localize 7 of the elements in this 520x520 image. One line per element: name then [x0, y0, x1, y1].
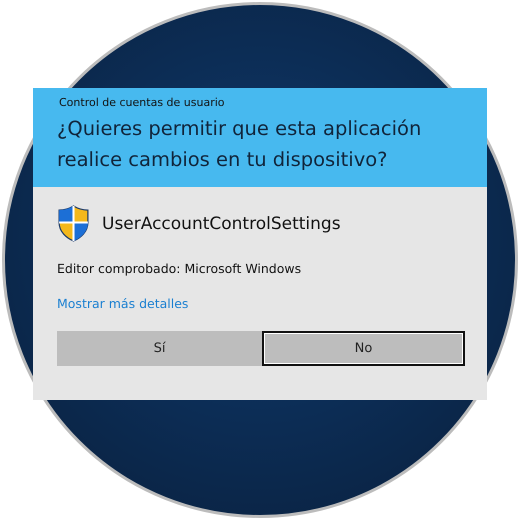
dialog-button[interactable]: No	[262, 331, 465, 366]
app-name: UserAccountControlSettings	[102, 214, 341, 234]
window-title: Control de cuentas de usuario	[59, 96, 226, 109]
question-text: ¿Quieres permitir que esta aplicación realice cambios en tu dispositivo?	[57, 116, 422, 173]
publisher-text: Editor comprobado: Microsoft Windows	[57, 261, 302, 276]
dialog-button[interactable]: Sí	[57, 331, 262, 366]
shield-icon	[57, 205, 90, 242]
